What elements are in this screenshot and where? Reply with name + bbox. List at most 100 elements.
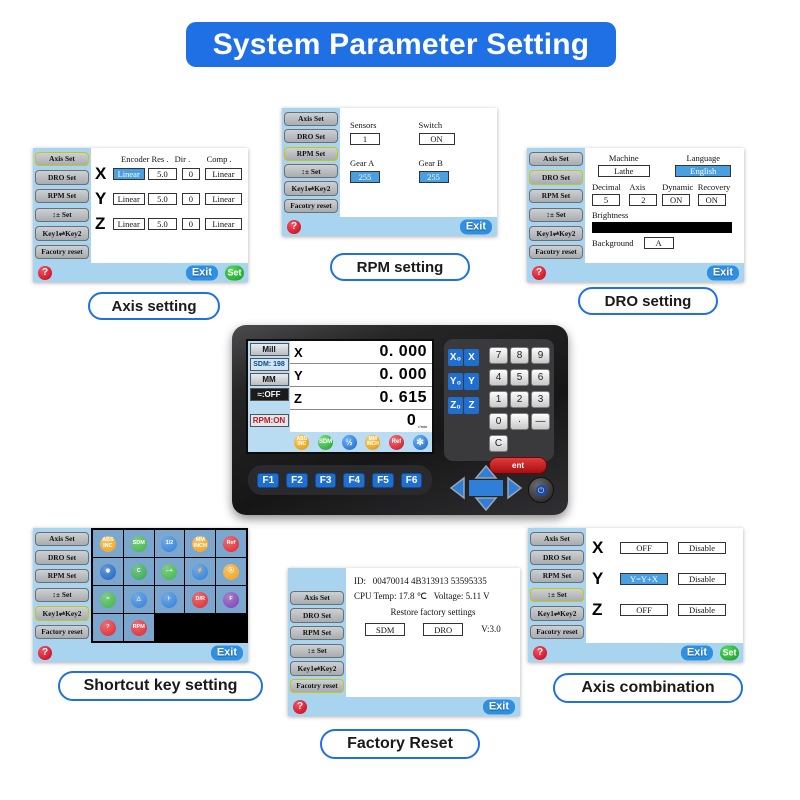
function-key-f6[interactable]: F6 — [400, 472, 423, 488]
taper-icon[interactable]: △ — [130, 591, 147, 608]
minus-key[interactable]: — — [531, 413, 550, 430]
axis-z-encoder[interactable]: Linear — [112, 218, 145, 230]
exit-button[interactable]: Exit — [210, 645, 243, 660]
arrow-down-icon[interactable] — [474, 497, 498, 512]
shortcut-cell[interactable]: C — [123, 558, 154, 585]
shortcut-cell[interactable]: RPM — [123, 614, 154, 641]
gear-icon[interactable]: ◉ — [99, 563, 116, 580]
menu-item-key-swap[interactable]: Key1⇌Key2 — [290, 661, 344, 676]
shortcut-cell[interactable]: ◉ — [93, 558, 123, 585]
combo-value-y[interactable]: Y=Y+X — [620, 573, 668, 585]
menu-item-axis-combination[interactable]: ↕± Set — [284, 164, 338, 179]
restore-dro-button[interactable]: DRO — [423, 623, 464, 637]
abs-inc-icon[interactable]: ABS INC — [294, 434, 310, 450]
menu-item-rpm-set[interactable]: RPM Set — [290, 625, 344, 641]
menu-item-rpm-set[interactable]: RPM Set — [35, 188, 89, 204]
value-sensors[interactable]: 1 — [350, 133, 380, 145]
num-key-3[interactable]: 3 — [531, 391, 550, 408]
shortcut-cell[interactable]: Ref — [216, 530, 246, 557]
axis-key-x[interactable]: X — [464, 349, 479, 366]
menu-item-factory-reset[interactable]: Facotry reset — [529, 244, 583, 260]
menu-item-rpm-set[interactable]: RPM Set — [529, 188, 583, 204]
value-language[interactable]: English — [675, 165, 732, 177]
value-recovery[interactable]: ON — [697, 194, 726, 206]
half-icon[interactable]: 1/2 — [161, 535, 178, 552]
axis-key-y[interactable]: Y — [464, 373, 479, 390]
menu-item-axis-set[interactable]: Axis Set — [284, 111, 338, 126]
shortcut-cell[interactable]: ≈ — [93, 586, 123, 613]
help-icon[interactable]: ? — [533, 645, 547, 660]
pcd-icon[interactable]: ⦿ — [223, 563, 240, 580]
axis-x-dir[interactable]: 0 — [181, 168, 200, 180]
sdm-icon[interactable]: SDM — [317, 434, 333, 450]
help-icon[interactable]: ? — [532, 265, 546, 280]
half-icon[interactable]: ½ — [341, 434, 357, 450]
mm-inch-icon[interactable]: MM INCH — [192, 535, 209, 552]
menu-item-axis-combination[interactable]: ↕± Set — [290, 643, 344, 659]
unit-chip[interactable]: MM — [249, 373, 289, 386]
tool-icon[interactable]: ⊦ — [161, 591, 178, 608]
combo-state-z[interactable]: Disable — [678, 604, 726, 616]
axis-x-comp[interactable]: Linear — [204, 168, 242, 180]
value-gear-b[interactable]: 255 — [418, 171, 449, 183]
axis-key-z[interactable]: Z — [464, 397, 479, 414]
menu-item-factory-reset[interactable]: Facotry reset — [284, 198, 338, 214]
bolt-icon[interactable]: ⚡ — [192, 563, 209, 580]
func-icon[interactable]: F — [223, 591, 240, 608]
num-key-6[interactable]: 6 — [531, 369, 550, 386]
num-key-8[interactable]: 8 — [510, 347, 529, 364]
menu-item-axis-combination[interactable]: ↕± Set — [35, 587, 89, 603]
set-button[interactable]: Set — [225, 265, 244, 280]
menu-item-key-swap[interactable]: Key1⇌Key2 — [35, 226, 89, 241]
menu-item-rpm-set[interactable]: RPM Set — [35, 568, 89, 584]
axis-y-encoder[interactable]: Linear — [112, 193, 145, 205]
datum-icon[interactable]: ⌐+ — [161, 563, 178, 580]
axis-y-dir[interactable]: 0 — [181, 193, 200, 205]
shortcut-cell[interactable]: 1/2 — [154, 530, 185, 557]
combo-value-z[interactable]: OFF — [620, 604, 668, 616]
axis-key-x0[interactable]: X₀ — [448, 349, 463, 366]
menu-item-dro-set[interactable]: DRO Set — [290, 608, 344, 623]
shortcut-cell[interactable]: ⦿ — [216, 558, 246, 585]
axis-z-dir[interactable]: 0 — [181, 218, 200, 230]
arrow-up-icon[interactable] — [474, 464, 498, 479]
dr-icon[interactable]: D/R — [192, 591, 209, 608]
menu-item-factory-reset[interactable]: Factory reset — [35, 624, 89, 640]
axis-z-res[interactable]: 5.0 — [147, 218, 177, 230]
menu-item-axis-set[interactable]: Axis Set — [35, 531, 89, 546]
value-machine[interactable]: Lathe — [597, 165, 650, 177]
menu-item-factory-reset[interactable]: Facotry reset — [35, 244, 89, 260]
shortcut-cell[interactable]: ⌐+ — [154, 558, 185, 585]
function-key-f4[interactable]: F4 — [343, 472, 366, 488]
function-key-f5[interactable]: F5 — [372, 472, 394, 488]
combo-state-x[interactable]: Disable — [678, 542, 726, 554]
menu-item-rpm-set[interactable]: RPM Set — [284, 146, 338, 161]
mm-inch-icon[interactable]: MM INCH — [365, 434, 381, 450]
menu-item-axis-combination[interactable]: ↕± Set — [529, 207, 583, 223]
menu-item-dro-set[interactable]: DRO Set — [35, 550, 89, 565]
mill-mode-chip[interactable]: Mill — [249, 343, 289, 356]
value-decimal[interactable]: 5 — [592, 194, 620, 206]
help-icon[interactable]: ? — [293, 699, 307, 714]
arrow-right-icon[interactable] — [507, 476, 523, 500]
menu-item-axis-combination[interactable]: ↕± Set — [530, 587, 584, 603]
shortcut-cell[interactable]: MM INCH — [185, 530, 216, 557]
shortcut-cell[interactable]: F — [216, 586, 246, 613]
value-switch[interactable]: ON — [418, 133, 455, 145]
function-key-f1[interactable]: F1 — [257, 472, 280, 488]
exit-button[interactable]: Exit — [482, 699, 515, 714]
shortcut-cell[interactable]: D/R — [185, 586, 216, 613]
value-dynamic[interactable]: ON — [662, 194, 691, 206]
value-gear-a[interactable]: 255 — [350, 171, 380, 183]
rpm-icon[interactable]: RPM — [130, 619, 147, 636]
shortcut-cell[interactable]: SDM — [123, 530, 154, 557]
menu-item-axis-combination[interactable]: ↕± Set — [35, 207, 89, 223]
exit-button[interactable]: Exit — [680, 645, 713, 660]
combo-value-x[interactable]: OFF — [620, 542, 668, 554]
filter-chip[interactable]: ≈:OFF — [249, 388, 289, 401]
restore-sdm-button[interactable]: SDM — [365, 623, 406, 637]
shortcut-cell[interactable]: ? — [93, 614, 123, 641]
rpm-chip[interactable]: RPM:ON — [249, 414, 289, 427]
menu-item-dro-set[interactable]: DRO Set — [529, 170, 583, 185]
num-key-0[interactable]: 0 — [489, 413, 508, 430]
